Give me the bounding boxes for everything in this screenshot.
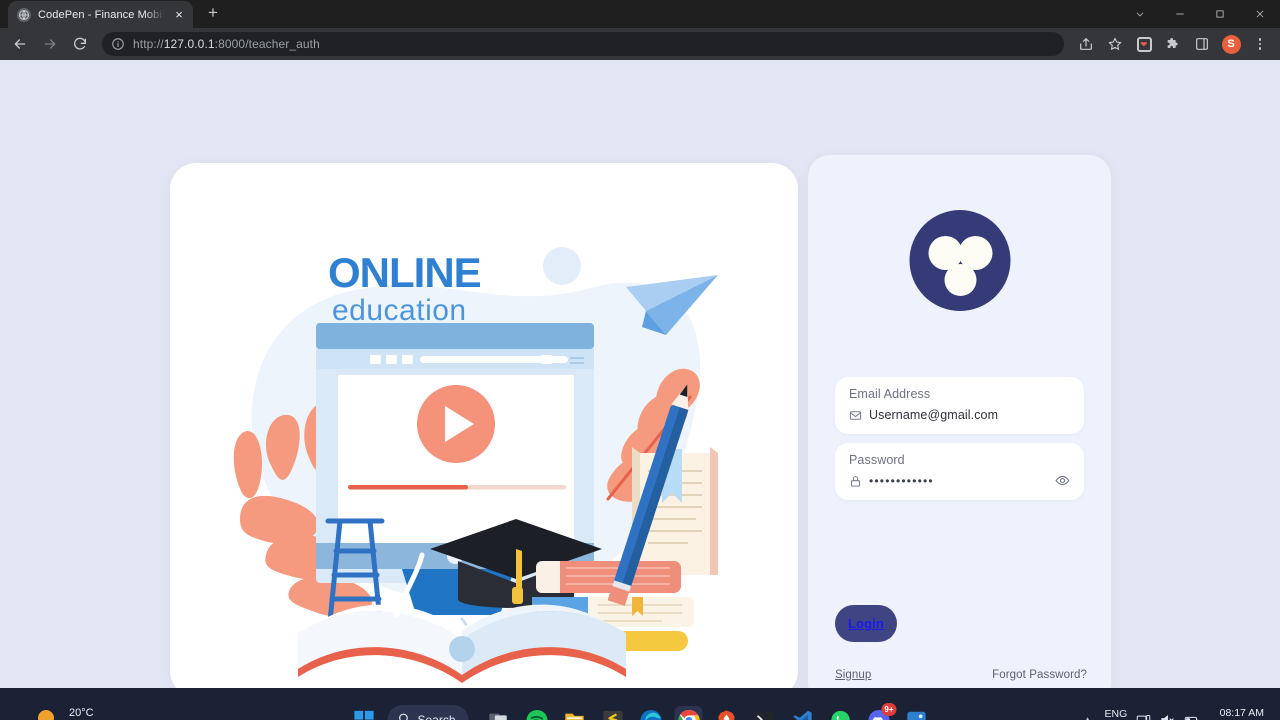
sun-cloud-icon <box>34 707 60 720</box>
toolbar-actions: ❤ S <box>1072 30 1274 58</box>
discord-badge: 9+ <box>881 703 897 716</box>
taskbar-app-terminal[interactable] <box>751 706 779 720</box>
app-logo <box>909 210 1010 311</box>
forward-arrow-icon[interactable] <box>36 30 64 58</box>
password-label: Password <box>849 453 905 467</box>
login-card: Email Address Username@gmail.com Passwor… <box>808 155 1111 705</box>
star-icon[interactable] <box>1101 30 1129 58</box>
signup-link[interactable]: Signup <box>835 669 871 681</box>
system-tray: ▲ ENG US 08:17 AM 04-12-2022 <box>1080 707 1270 720</box>
window-controls <box>1120 0 1280 28</box>
taskbar-app-sublime-text[interactable] <box>599 706 627 720</box>
profile-avatar[interactable]: S <box>1217 30 1245 58</box>
email-input[interactable]: Username@gmail.com <box>869 408 1070 422</box>
taskbar-app-whatsapp[interactable] <box>827 706 855 720</box>
forgot-password-link[interactable]: Forgot Password? <box>992 669 1087 681</box>
taskbar-app-brave-browser[interactable] <box>713 706 741 720</box>
reload-icon[interactable] <box>66 30 94 58</box>
taskbar-app-vs-code[interactable] <box>789 706 817 720</box>
browser-window: CodePen - Finance Mobile Applic × + <box>0 0 1280 720</box>
maximize-icon[interactable] <box>1200 0 1240 28</box>
password-input[interactable]: •••••••••••• <box>869 474 1070 488</box>
pocket-icon[interactable]: ❤ <box>1130 30 1158 58</box>
network-icon[interactable] <box>1136 713 1151 720</box>
taskbar-app-file-explorer[interactable] <box>561 706 589 720</box>
tab-strip: CodePen - Finance Mobile Applic × + <box>0 0 1280 28</box>
email-label: Email Address <box>849 387 931 401</box>
tab-search-icon[interactable] <box>1120 0 1160 28</box>
taskbar-app-microsoft-edge[interactable] <box>637 706 665 720</box>
clock-time: 08:17 AM <box>1219 707 1264 719</box>
tab-title: CodePen - Finance Mobile Applic <box>38 8 164 21</box>
globe-icon <box>17 7 31 22</box>
share-icon[interactable] <box>1072 30 1100 58</box>
battery-icon[interactable] <box>1184 713 1199 720</box>
minimize-icon[interactable] <box>1160 0 1200 28</box>
taskbar-app-task-view[interactable] <box>485 706 513 720</box>
windows-start-icon[interactable] <box>349 706 377 720</box>
kebab-menu-icon[interactable] <box>1246 30 1274 58</box>
taskbar-search-label: Search <box>417 713 456 720</box>
browser-toolbar: http://127.0.0.1:8000/teacher_auth ❤ S <box>0 28 1280 60</box>
taskbar-apps: Search 9+ <box>349 703 931 720</box>
clock[interactable]: 08:17 AM 04-12-2022 <box>1210 707 1264 720</box>
illustration-card: ONLINE education <box>170 163 798 697</box>
taskbar-app-photos[interactable] <box>903 706 931 720</box>
new-tab-button[interactable]: + <box>199 0 227 27</box>
windows-taskbar: 20°C Mostly sunny Search <box>0 688 1280 720</box>
close-icon[interactable] <box>1240 0 1280 28</box>
online-education-illustration: ONLINE education <box>233 247 718 683</box>
three-circles-logo-icon <box>909 210 1010 311</box>
side-panel-icon[interactable] <box>1188 30 1216 58</box>
email-field[interactable]: Email Address Username@gmail.com <box>835 377 1084 434</box>
chevron-up-icon[interactable]: ▲ <box>1080 715 1096 720</box>
eye-icon[interactable] <box>1055 473 1070 488</box>
svg-text:education: education <box>332 294 467 327</box>
avatar: S <box>1221 34 1241 54</box>
taskbar-app-discord[interactable]: 9+ <box>865 703 897 720</box>
tab-close-icon[interactable]: × <box>171 7 187 23</box>
address-bar[interactable]: http://127.0.0.1:8000/teacher_auth <box>102 32 1064 56</box>
puzzle-icon[interactable] <box>1159 30 1187 58</box>
password-field[interactable]: Password •••••••••••• <box>835 443 1084 500</box>
volume-muted-icon[interactable] <box>1160 713 1175 720</box>
page-viewport: ONLINE education Email Address Username@… <box>0 60 1280 705</box>
search-icon <box>397 712 410 720</box>
weather-temperature: 20°C <box>69 707 94 719</box>
lock-icon <box>849 475 862 488</box>
play-button-icon <box>417 385 495 463</box>
taskbar-search[interactable]: Search <box>387 705 469 720</box>
browser-tab[interactable]: CodePen - Finance Mobile Applic × <box>8 1 193 28</box>
address-bar-url: http://127.0.0.1:8000/teacher_auth <box>133 37 320 51</box>
envelope-icon <box>849 409 862 422</box>
login-button-label: Login <box>848 616 884 631</box>
back-arrow-icon[interactable] <box>6 30 34 58</box>
taskbar-app-google-chrome[interactable] <box>674 706 703 720</box>
weather-widget[interactable]: 20°C Mostly sunny <box>34 707 133 720</box>
login-button[interactable]: Login <box>835 605 897 642</box>
svg-text:ONLINE: ONLINE <box>328 249 481 296</box>
info-circle-icon[interactable] <box>111 37 125 51</box>
language-indicator[interactable]: ENG US <box>1105 708 1128 720</box>
taskbar-app-spotify[interactable] <box>523 706 551 720</box>
